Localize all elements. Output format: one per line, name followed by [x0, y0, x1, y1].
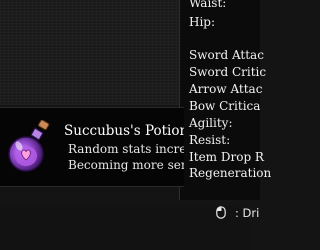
mouse-icon — [216, 206, 226, 219]
stat-sword-attack: Sword Attac — [189, 48, 264, 62]
item-description-line: Random stats increa — [68, 142, 184, 156]
control-hint-bar — [0, 205, 250, 250]
character-stats-panel: Waist: Hip: Sword Attac Sword Critic Arr… — [179, 0, 271, 200]
control-hint-text: : Dri — [235, 206, 260, 220]
stat-item-drop: Item Drop R — [189, 150, 264, 164]
potion-bottle-icon — [8, 120, 50, 172]
stat-bow-critical: Bow Critica — [189, 99, 261, 113]
item-tooltip: Succubus's Potion Random stats increa Be… — [0, 107, 184, 187]
stat-regeneration: Regeneration — [189, 166, 272, 180]
stat-waist: Waist: — [189, 0, 227, 10]
item-name: Succubus's Potion — [64, 123, 184, 139]
stat-sword-critical: Sword Critic — [189, 65, 267, 79]
stat-hip: Hip: — [189, 15, 216, 29]
stat-arrow-attack: Arrow Attac — [189, 82, 263, 96]
item-description-line: Becoming more sen — [68, 158, 184, 172]
stat-resist: Resist: — [189, 133, 231, 147]
stat-agility: Agility: — [189, 116, 233, 130]
